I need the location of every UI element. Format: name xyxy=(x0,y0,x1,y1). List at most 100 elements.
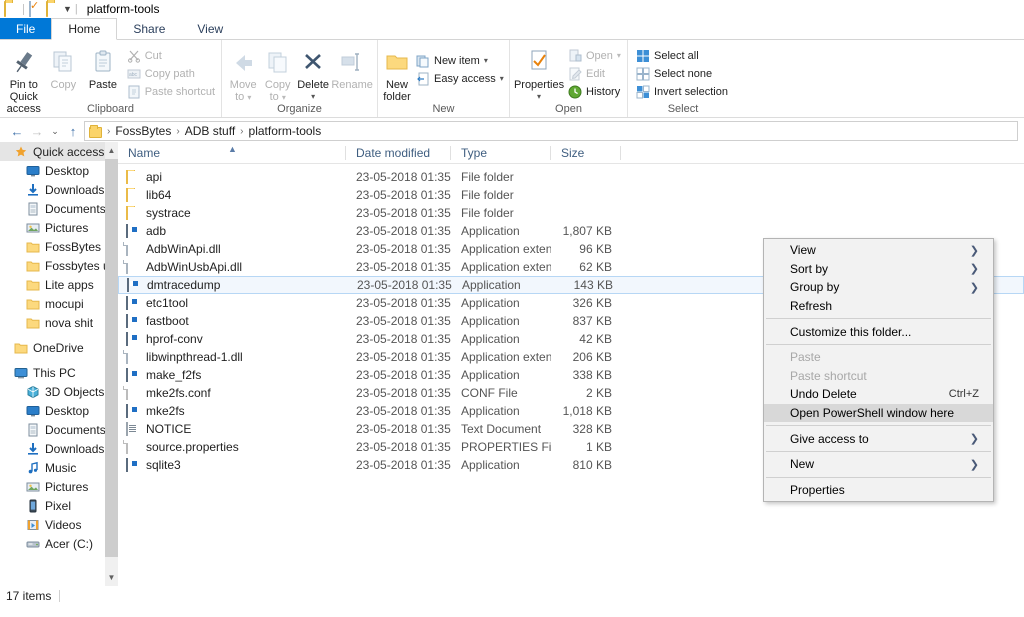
file-name-cell[interactable]: make_f2fs xyxy=(118,368,346,382)
context-menu-item-undo-delete[interactable]: Undo Delete Ctrl+Z xyxy=(764,385,993,404)
delete-caret[interactable]: ▾ xyxy=(311,91,315,103)
table-row[interactable]: systrace 23-05-2018 01:35 File folder xyxy=(118,204,1024,222)
recent-locations-button[interactable]: ⌄ xyxy=(48,122,62,140)
context-menu-item-customize-this-folder[interactable]: Customize this folder... xyxy=(764,322,993,341)
new-folder-button[interactable]: New folder xyxy=(382,43,412,103)
breadcrumb-item-platform-tools[interactable]: platform-tools xyxy=(247,124,324,138)
new-item-caret[interactable]: ▾ xyxy=(484,56,488,65)
back-button[interactable]: ← xyxy=(8,122,26,140)
paste-button[interactable]: Paste xyxy=(83,43,123,91)
file-name-cell[interactable]: sqlite3 xyxy=(118,458,346,472)
file-name-cell[interactable]: NOTICE xyxy=(118,422,346,436)
sidebar-item-quick-access[interactable]: Quick access xyxy=(0,142,118,161)
delete-button[interactable]: Delete ▾ xyxy=(295,43,331,103)
sidebar-item-pixel[interactable]: Pixel xyxy=(0,496,118,515)
file-name-cell[interactable]: lib64 xyxy=(118,188,346,202)
file-name-cell[interactable]: api xyxy=(118,170,346,184)
column-header-name[interactable]: Name ▲ xyxy=(118,142,346,164)
cut-button[interactable]: Cut xyxy=(127,48,215,63)
new-folder-icon[interactable] xyxy=(46,1,60,17)
sidebar-item-pictures[interactable]: Pictures xyxy=(0,218,118,237)
context-menu-item-group-by[interactable]: Group by ❯ xyxy=(764,278,993,297)
tab-share[interactable]: Share xyxy=(117,18,181,39)
context-menu-item-view[interactable]: View ❯ xyxy=(764,241,993,260)
sidebar-item-fossbytes-used-i[interactable]: Fossbytes used I xyxy=(0,256,118,275)
properties-button[interactable]: Properties ▾ xyxy=(514,43,564,103)
new-item-button[interactable]: New item ▾ xyxy=(416,53,504,68)
easy-access-button[interactable]: Easy access ▾ xyxy=(416,71,504,86)
easy-access-caret[interactable]: ▾ xyxy=(500,74,504,83)
edit-button[interactable]: Edit xyxy=(568,66,621,81)
move-to-button[interactable]: Move to ▾ xyxy=(226,43,260,104)
navigation-scrollbar[interactable]: ▲ ▼ xyxy=(105,142,118,586)
table-row[interactable]: lib64 23-05-2018 01:35 File folder xyxy=(118,186,1024,204)
sidebar-item-documents[interactable]: Documents xyxy=(0,199,118,218)
file-name-cell[interactable]: mke2fs.conf xyxy=(118,386,346,400)
file-name-cell[interactable]: libwinpthread-1.dll xyxy=(118,350,346,364)
properties-icon[interactable] xyxy=(29,1,43,17)
folder-icon[interactable] xyxy=(4,1,18,17)
address-bar[interactable]: › FossBytes › ADB stuff › platform-tools xyxy=(84,121,1018,141)
sidebar-item-music[interactable]: Music xyxy=(0,458,118,477)
sidebar-item-desktop[interactable]: Desktop xyxy=(0,401,118,420)
file-name-cell[interactable]: etc1tool xyxy=(118,296,346,310)
file-name-cell[interactable]: AdbWinUsbApi.dll xyxy=(118,260,346,274)
chevron-down-icon[interactable]: ▼ xyxy=(63,2,72,16)
sidebar-item-downloads[interactable]: Downloads xyxy=(0,180,118,199)
column-header-date-modified[interactable]: Date modified xyxy=(346,142,451,164)
sidebar-item-3d-objects[interactable]: 3D Objects xyxy=(0,382,118,401)
open-caret[interactable]: ▾ xyxy=(617,51,621,60)
breadcrumb-separator-1[interactable]: › xyxy=(176,126,179,137)
forward-button[interactable]: → xyxy=(28,122,46,140)
file-name-cell[interactable]: adb xyxy=(118,224,346,238)
file-name-cell[interactable]: dmtracedump xyxy=(119,278,347,292)
sidebar-item-videos[interactable]: Videos xyxy=(0,515,118,534)
sidebar-item-documents[interactable]: Documents xyxy=(0,420,118,439)
context-menu-item-new[interactable]: New ❯ xyxy=(764,455,993,474)
tab-home[interactable]: Home xyxy=(51,18,118,40)
context-menu-item-properties[interactable]: Properties xyxy=(764,481,993,500)
history-button[interactable]: History xyxy=(568,84,621,99)
up-button[interactable]: ↑ xyxy=(64,122,82,140)
select-all-button[interactable]: Select all xyxy=(636,48,728,63)
breadcrumb-item-fossbytes[interactable]: FossBytes xyxy=(113,124,173,138)
copy-path-button[interactable]: abc Copy path xyxy=(127,66,215,81)
context-menu-item-open-powershell-window-here[interactable]: Open PowerShell window here xyxy=(764,403,993,423)
copy-to-button[interactable]: Copy to ▾ xyxy=(260,43,294,104)
sidebar-item-mocupi[interactable]: mocupi xyxy=(0,294,118,313)
context-menu-item-give-access-to[interactable]: Give access to ❯ xyxy=(764,429,993,448)
sidebar-item-this-pc[interactable]: This PC xyxy=(0,363,118,382)
file-name-cell[interactable]: AdbWinApi.dll xyxy=(118,242,346,256)
context-menu[interactable]: View ❯ Sort by ❯ Group by ❯ Refresh Customize t… xyxy=(763,238,994,503)
file-name-cell[interactable]: fastboot xyxy=(118,314,346,328)
paste-shortcut-button[interactable]: Paste shortcut xyxy=(127,84,215,99)
context-menu-item-refresh[interactable]: Refresh xyxy=(764,297,993,316)
sidebar-item-nova-shit[interactable]: nova shit xyxy=(0,313,118,332)
scroll-up-arrow-icon[interactable]: ▲ xyxy=(105,142,118,159)
file-name-cell[interactable]: mke2fs xyxy=(118,404,346,418)
invert-selection-button[interactable]: Invert selection xyxy=(636,84,728,99)
scroll-down-arrow-icon[interactable]: ▼ xyxy=(105,569,118,586)
sidebar-item-lite-apps[interactable]: Lite apps xyxy=(0,275,118,294)
table-row[interactable]: api 23-05-2018 01:35 File folder xyxy=(118,168,1024,186)
sidebar-item-fossbytes[interactable]: FossBytes xyxy=(0,237,118,256)
column-header-size[interactable]: Size xyxy=(551,142,621,164)
sidebar-item-acer-c[interactable]: Acer (C:) xyxy=(0,534,118,553)
properties-caret[interactable]: ▾ xyxy=(537,91,541,103)
rename-button[interactable]: Rename xyxy=(331,43,373,91)
open-button[interactable]: Open ▾ xyxy=(568,48,621,63)
breadcrumb-separator-0[interactable]: › xyxy=(107,126,110,137)
column-header-type[interactable]: Type xyxy=(451,142,551,164)
context-menu-item-sort-by[interactable]: Sort by ❯ xyxy=(764,260,993,279)
file-name-cell[interactable]: source.properties xyxy=(118,440,346,454)
file-name-cell[interactable]: hprof-conv xyxy=(118,332,346,346)
sidebar-item-desktop[interactable]: Desktop xyxy=(0,161,118,180)
file-name-cell[interactable]: systrace xyxy=(118,206,346,220)
breadcrumb-separator-2[interactable]: › xyxy=(240,126,243,137)
select-none-button[interactable]: Select none xyxy=(636,66,728,81)
tab-file[interactable]: File xyxy=(0,18,52,39)
navigation-scrollbar-thumb[interactable] xyxy=(105,159,118,557)
tab-view[interactable]: View xyxy=(181,18,239,39)
copy-button[interactable]: Copy xyxy=(44,43,84,91)
breadcrumb-item-adb-stuff[interactable]: ADB stuff xyxy=(183,124,237,138)
